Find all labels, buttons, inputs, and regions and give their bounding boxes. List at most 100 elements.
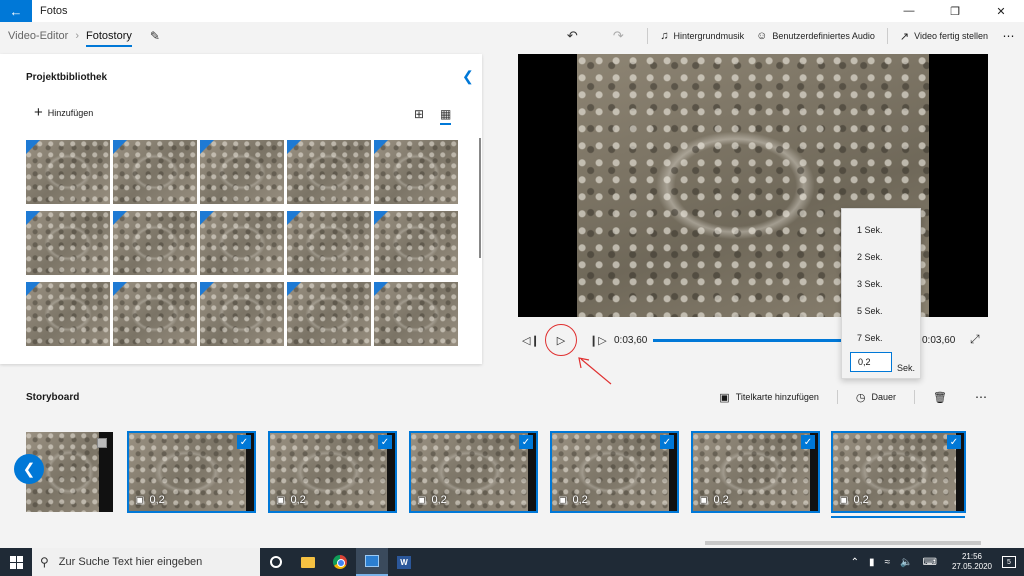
toolbar-divider [647,28,649,44]
storyboard-clip[interactable]: ✓ ▣ 0,2 [268,431,397,513]
word-button[interactable]: W [388,548,420,576]
previous-frame-icon[interactable]: ◁❙ [522,334,540,347]
checkmark-icon[interactable]: ✓ [378,435,392,449]
play-button[interactable]: ▷ [545,324,577,356]
checkbox-icon[interactable] [97,438,107,448]
photos-app-button[interactable] [356,548,388,576]
checkmark-icon[interactable]: ✓ [801,435,815,449]
library-thumbnail[interactable] [113,211,197,275]
add-title-card-button[interactable]: ▣ Titelkarte hinzufügen [719,391,819,404]
storyboard-more-icon[interactable]: ⋯ [975,390,988,404]
cortana-button[interactable] [260,548,292,576]
project-library-panel: Projektbibliothek ❮ + Hinzufügen ⊞ ▦ [0,54,482,364]
duration-option[interactable]: 7 Sek. [857,333,883,343]
seek-bar[interactable] [653,339,841,342]
background-music-button[interactable]: ♫ Hintergrundmusik [660,30,744,42]
library-thumbnail[interactable] [200,282,284,346]
share-icon: ↗ [899,30,910,43]
clip-duration: ▣ 0,2 [417,494,447,506]
custom-audio-label: Benutzerdefiniertes Audio [772,31,875,41]
notification-icon[interactable]: 5 [1002,556,1016,568]
clock-time: 21:56 [961,552,982,561]
duration-option[interactable]: 2 Sek. [857,252,883,262]
checkmark-icon[interactable]: ✓ [947,435,961,449]
breadcrumb-current: Fotostory [86,30,132,47]
back-button[interactable]: ← [0,0,32,22]
battery-icon[interactable]: ▮ [869,557,875,568]
clock[interactable]: 21:56 27.05.2020 [952,552,992,572]
current-time: 0:03,60 [614,335,648,346]
start-button[interactable] [0,548,32,576]
duration-option[interactable]: 5 Sek. [857,306,883,316]
add-media-button[interactable]: + Hinzufügen [34,104,93,121]
delete-button[interactable]: 🗑 [933,391,953,404]
duration-label: Dauer [871,392,897,402]
maximize-button[interactable]: ❐ [932,0,978,22]
keyboard-icon[interactable]: ⌨ [923,557,937,568]
duration-option[interactable]: 3 Sek. [857,279,883,289]
checkmark-icon[interactable]: ✓ [519,435,533,449]
library-thumbnail[interactable] [374,211,458,275]
used-marker-icon [200,140,214,154]
library-thumbnail[interactable] [287,211,371,275]
used-marker-icon [200,282,214,296]
network-icon[interactable]: ≈ [885,557,891,568]
fullscreen-icon[interactable]: ⤢ [970,332,980,347]
volume-icon[interactable]: 🔈 [900,557,912,568]
cortana-icon [270,556,282,568]
library-thumbnail[interactable] [113,282,197,346]
small-grid-view-icon[interactable]: ▦ [440,107,452,125]
taskbar-search[interactable]: ⚲ Zur Suche Text hier eingeben [32,548,260,576]
library-thumbnail[interactable] [287,140,371,204]
duration-option[interactable]: 1 Sek. [857,225,883,235]
play-icon: ▷ [556,334,566,347]
scroll-left-button[interactable]: ❮ [14,454,44,484]
minimize-button[interactable]: — [886,0,932,22]
library-thumbnail[interactable] [374,140,458,204]
finish-video-button[interactable]: ↗ Video fertig stellen [900,30,988,43]
used-marker-icon [26,282,40,296]
search-icon: ⚲ [40,555,49,569]
storyboard-clip[interactable]: ✓ ▣ 0,2 [409,431,538,513]
chevron-up-icon[interactable]: ⌃ [851,557,859,568]
library-thumbnail[interactable] [287,282,371,346]
image-icon: ▣ [839,494,849,506]
library-thumbnail[interactable] [26,282,110,346]
more-options-icon[interactable]: ⋯ [994,29,1024,43]
library-thumbnail[interactable] [26,211,110,275]
library-thumbnail[interactable] [200,211,284,275]
collapse-chevron-icon[interactable]: ❮ [462,68,474,85]
custom-duration-input[interactable] [850,352,892,372]
clip-duration: ▣ 0,2 [699,494,729,506]
library-thumbnail[interactable] [113,140,197,204]
library-scrollbar[interactable] [479,138,481,258]
file-explorer-button[interactable] [292,548,324,576]
undo-icon[interactable]: ↶ [549,28,595,44]
storyboard-clip[interactable]: ✓ ▣ 0,2 [127,431,256,513]
chrome-button[interactable] [324,548,356,576]
next-frame-icon[interactable]: ❙▷ [589,334,607,347]
pencil-icon[interactable]: ✎ [150,29,160,43]
storyboard-clip[interactable]: ✓ ▣ 0,2 [691,431,820,513]
toolbar-actions: ↶ ↷ ♫ Hintergrundmusik ☺ Benutzerdefiniert… [549,22,1024,50]
library-thumbnail[interactable] [26,140,110,204]
library-thumbnail[interactable] [200,140,284,204]
duration-button[interactable]: ◷ Dauer [856,391,896,404]
storyboard-clip[interactable]: ✓ ▣ 0,2 [550,431,679,513]
large-grid-view-icon[interactable]: ⊞ [414,107,424,121]
checkmark-icon[interactable]: ✓ [237,435,251,449]
plus-icon: + [34,104,43,121]
checkmark-icon[interactable]: ✓ [660,435,674,449]
selection-underline [831,516,965,518]
breadcrumb-video-editor[interactable]: Video-Editor [8,30,68,42]
library-thumbnail[interactable] [374,282,458,346]
trash-icon: 🗑 [933,391,947,404]
custom-audio-button[interactable]: ☺ Benutzerdefiniertes Audio [756,30,875,42]
windows-logo-icon [9,555,23,569]
clock-icon: ◷ [855,391,866,404]
redo-icon[interactable]: ↷ [595,28,641,44]
close-button[interactable]: ✕ [978,0,1024,22]
storyboard-clip-selected[interactable]: ✓ ▣ 0,2 [831,431,966,513]
background-music-label: Hintergrundmusik [673,31,745,41]
storyboard-scrollbar[interactable] [705,541,981,545]
